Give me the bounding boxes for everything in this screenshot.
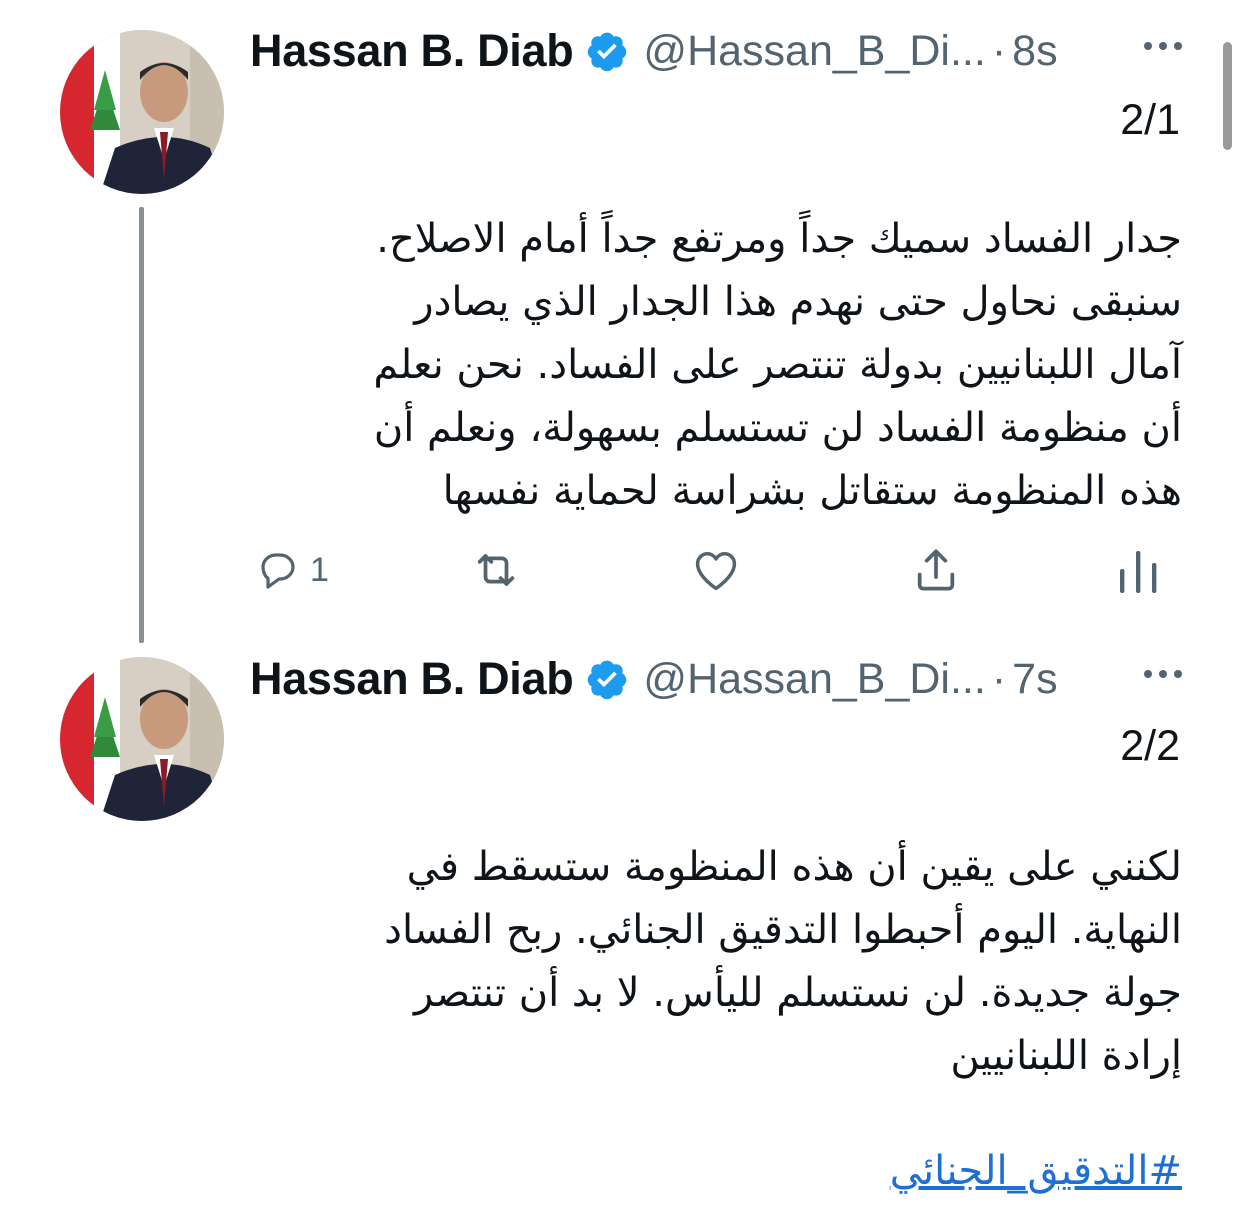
tweet-body-line: أن منظومة الفساد لن تستسلم بسهولة، ونعلم… (373, 405, 1182, 451)
tweet-body-line: جدار الفساد سميك جداً ومرتفع جداً أمام ا… (376, 216, 1182, 262)
analytics-button[interactable] (1116, 540, 1160, 600)
heart-icon (695, 552, 737, 591)
author-name[interactable]: Hassan B. Diab (250, 653, 574, 705)
retweet-button[interactable] (468, 540, 524, 600)
tweet-2[interactable]: Hassan B. Diab @Hassan_B_Di... · 7s 2/2 … (0, 640, 1242, 1224)
tweet-1[interactable]: Hassan B. Diab @Hassan_B_Di... · 8s 2/1 … (0, 0, 1242, 650)
avatar-photo (60, 30, 224, 194)
avatar-photo (60, 657, 224, 821)
tweet-body: لكنني على يقين أن هذه المنظومة ستسقط في … (250, 836, 1182, 1088)
reply-count: 1 (310, 550, 329, 589)
speech-bubble-icon (261, 553, 295, 589)
share-upload-icon (917, 549, 955, 591)
share-button[interactable] (908, 540, 964, 600)
thread-page-count: 2/1 (1120, 96, 1180, 144)
tweet-body-line: سنبقى نحاول حتى نهدم هذا الجدار الذي يصا… (414, 279, 1182, 325)
author-handle[interactable]: @Hassan_B_Di... (643, 27, 985, 76)
more-dots-icon[interactable] (1144, 42, 1182, 50)
tweet-body-line: لكنني على يقين أن هذه المنظومة ستسقط في (406, 844, 1182, 890)
verified-badge-icon (588, 660, 627, 700)
scrollbar-thumb[interactable] (1223, 42, 1232, 150)
retweet-arrows-icon (477, 554, 515, 586)
verified-badge-icon (588, 32, 627, 72)
tweet-body-line: هذه المنظومة ستقاتل بشراسة لحماية نفسها (442, 468, 1182, 514)
tweet-timestamp[interactable]: 7s (1012, 655, 1057, 704)
author-handle[interactable]: @Hassan_B_Di... (643, 655, 985, 704)
like-button[interactable] (690, 540, 742, 600)
separator-dot: · (991, 26, 1007, 75)
tweet-body-line: النهاية. اليوم أحبطوا التدقيق الجنائي. ر… (384, 907, 1182, 953)
hashtag-link[interactable]: #التدقيق_الجنائي (890, 1148, 1182, 1194)
author-avatar[interactable] (60, 30, 224, 194)
bar-chart-icon (1120, 551, 1157, 593)
tweet-body: جدار الفساد سميك جداً ومرتفع جداً أمام ا… (250, 208, 1182, 523)
thread-connector-line (139, 207, 144, 643)
tweet-body-line: إرادة اللبنانيين (950, 1033, 1182, 1079)
tweet-body-line: جولة جديدة. لن نستسلم لليأس. لا بد أن تن… (413, 970, 1182, 1016)
tweet-actions: 1 (250, 540, 1182, 600)
more-dots-icon[interactable] (1144, 670, 1182, 678)
separator-dot: · (991, 654, 1007, 703)
thread-page-count: 2/2 (1120, 722, 1180, 770)
tweet-header: Hassan B. Diab @Hassan_B_Di... · 8s (250, 25, 1182, 77)
reply-button[interactable]: 1 (254, 540, 329, 600)
author-avatar[interactable] (60, 657, 224, 821)
tweet-timestamp[interactable]: 8s (1012, 27, 1057, 76)
author-name[interactable]: Hassan B. Diab (250, 25, 574, 77)
tweet-body-line: آمال اللبنانيين بدولة تنتصر على الفساد. … (373, 342, 1182, 388)
tweet-header: Hassan B. Diab @Hassan_B_Di... · 7s (250, 653, 1182, 705)
